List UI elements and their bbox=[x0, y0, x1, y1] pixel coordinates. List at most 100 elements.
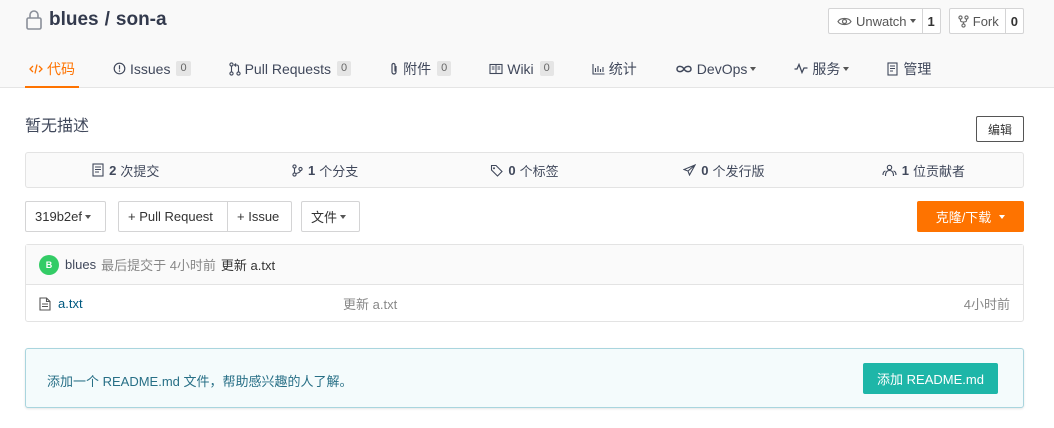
stat-releases-label: 个发行版 bbox=[712, 163, 765, 179]
branch-select-label: 319b2ef bbox=[35, 209, 82, 224]
avatar[interactable]: B bbox=[39, 254, 59, 275]
tab-statistics[interactable]: 统计 bbox=[588, 50, 641, 87]
stat-tags-label: 个标签 bbox=[519, 163, 559, 179]
tag-icon bbox=[491, 164, 504, 177]
commit-meta: 最后提交于 4小时前 bbox=[101, 258, 216, 273]
stat-commits-count: 2 bbox=[109, 162, 117, 178]
tab-wiki-count: 0 bbox=[539, 61, 554, 76]
repo-title-row: blues / son-a bbox=[25, 8, 167, 32]
contributors-icon bbox=[882, 164, 897, 176]
chevron-down-icon bbox=[85, 214, 91, 219]
unwatch-label: Unwatch bbox=[855, 13, 907, 29]
file-menu-label: 文件 bbox=[311, 210, 338, 225]
issue-icon bbox=[113, 62, 126, 75]
tab-code-label: 代码 bbox=[47, 60, 75, 77]
stat-branches-count: 1 bbox=[307, 162, 316, 178]
chevron-down-icon bbox=[999, 214, 1006, 219]
stat-commits-label: 次提交 bbox=[120, 163, 160, 179]
tab-issues[interactable]: Issues 0 bbox=[109, 50, 195, 87]
stat-contributors-label: 位贡献者 bbox=[912, 163, 965, 179]
add-readme-button[interactable]: 添加 README.md bbox=[863, 363, 998, 394]
clone-download-label: 克隆/下载 bbox=[935, 210, 992, 225]
stat-commits[interactable]: 2 次提交 bbox=[26, 153, 225, 187]
stat-contributors[interactable]: 1 位贡献者 bbox=[824, 153, 1023, 187]
code-icon bbox=[29, 63, 43, 74]
file-menu-button[interactable]: 文件 bbox=[301, 201, 360, 232]
list-item: a.txt 更新 a.txt 4小时前 bbox=[26, 285, 1023, 322]
stat-releases[interactable]: 0 个发行版 bbox=[624, 153, 823, 187]
repo-tabs: 代码 Issues 0 Pull Requests 0 附件 0 Wiki 0 … bbox=[25, 50, 965, 88]
stat-contributors-count: 1 bbox=[901, 162, 909, 178]
tab-issues-count: 0 bbox=[176, 61, 191, 76]
latest-commit-row: B blues 最后提交于 4小时前 更新 a.txt bbox=[26, 245, 1023, 285]
tab-issues-label: Issues bbox=[130, 60, 171, 77]
branch-icon bbox=[292, 163, 303, 177]
file-icon bbox=[39, 296, 51, 311]
fork-button[interactable]: Fork bbox=[950, 9, 1006, 33]
release-icon bbox=[683, 164, 697, 176]
repo-header: blues / son-a Unwatch 1 Fork 0 代码 Issues… bbox=[0, 0, 1054, 88]
repo-name-link[interactable]: son-a bbox=[116, 9, 167, 30]
tab-attachments-label: 附件 bbox=[403, 60, 432, 77]
watch-button-group: Unwatch 1 bbox=[827, 8, 941, 34]
commit-author[interactable]: blues bbox=[65, 257, 96, 272]
file-commit-message[interactable]: 更新 a.txt bbox=[343, 294, 397, 313]
fork-button-group: Fork 0 bbox=[948, 8, 1024, 34]
fork-icon bbox=[958, 14, 969, 28]
fork-label: Fork bbox=[972, 13, 999, 29]
tab-wiki-label: Wiki bbox=[507, 60, 534, 77]
tab-attachments[interactable]: 附件 0 bbox=[385, 50, 455, 87]
book-icon bbox=[489, 63, 503, 74]
pulse-icon bbox=[794, 63, 808, 74]
bar-chart-icon bbox=[592, 63, 605, 75]
tab-devops[interactable]: DevOps bbox=[671, 50, 761, 87]
eye-icon bbox=[837, 17, 852, 25]
stat-releases-count: 0 bbox=[701, 162, 709, 178]
tab-statistics-label: 统计 bbox=[608, 60, 637, 77]
tab-pull-requests-label: Pull Requests bbox=[244, 60, 331, 77]
tab-manage[interactable]: 管理 bbox=[883, 50, 935, 87]
watch-count[interactable]: 1 bbox=[923, 9, 940, 33]
fork-count[interactable]: 0 bbox=[1006, 9, 1023, 33]
file-list: B blues 最后提交于 4小时前 更新 a.txt a.txt 更新 a.t… bbox=[25, 244, 1024, 322]
lock-icon bbox=[25, 9, 43, 31]
new-issue-button[interactable]: + Issue bbox=[227, 201, 292, 232]
stat-tags-count: 0 bbox=[508, 162, 516, 178]
stat-tags[interactable]: 0 个标签 bbox=[425, 153, 624, 187]
unwatch-button[interactable]: Unwatch bbox=[829, 9, 923, 33]
repo-description: 暂无描述 bbox=[25, 118, 90, 135]
tab-pull-requests[interactable]: Pull Requests 0 bbox=[225, 50, 356, 87]
repo-actions: Unwatch 1 Fork 0 bbox=[827, 8, 1024, 34]
clone-download-button[interactable]: 克隆/下载 bbox=[917, 201, 1024, 232]
stat-branches[interactable]: 1 个分支 bbox=[225, 153, 424, 187]
repo-owner-link[interactable]: blues bbox=[49, 9, 99, 30]
chevron-down-icon bbox=[340, 214, 347, 219]
tab-devops-label: DevOps bbox=[696, 60, 748, 77]
commits-icon bbox=[92, 163, 104, 177]
edit-description-button[interactable]: 编辑 bbox=[975, 116, 1024, 142]
description-row: 暂无描述 编辑 bbox=[25, 116, 1024, 142]
file-commit-time: 4小时前 bbox=[963, 297, 1010, 312]
tab-manage-label: 管理 bbox=[903, 60, 932, 77]
tab-services[interactable]: 服务 bbox=[790, 50, 853, 87]
tab-wiki[interactable]: Wiki 0 bbox=[485, 50, 558, 87]
repo-title-separator: / bbox=[104, 9, 110, 30]
infinity-icon bbox=[676, 65, 692, 72]
branch-select[interactable]: 319b2ef bbox=[25, 201, 106, 232]
file-name: a.txt bbox=[58, 296, 83, 311]
readme-prompt: 添加一个 README.md 文件，帮助感兴趣的人了解。 添加 README.m… bbox=[25, 348, 1024, 408]
pull-request-icon bbox=[228, 61, 241, 76]
file-name-link[interactable]: a.txt bbox=[39, 296, 83, 311]
repo-toolbar: 319b2ef + Pull Request + Issue 文件 克隆/下载 bbox=[25, 201, 1024, 232]
paperclip-icon bbox=[391, 62, 397, 75]
tab-code[interactable]: 代码 bbox=[25, 50, 79, 88]
repo-title: blues / son-a bbox=[49, 9, 167, 31]
tab-pull-requests-count: 0 bbox=[336, 61, 352, 76]
commit-message[interactable]: 更新 a.txt bbox=[221, 255, 275, 274]
tab-services-label: 服务 bbox=[812, 60, 841, 77]
repo-stats-bar: 2 次提交 1 个分支 0 个标签 0 个发行版 1 位贡献者 bbox=[25, 152, 1024, 188]
chevron-down-icon bbox=[909, 19, 916, 23]
readme-prompt-text: 添加一个 README.md 文件，帮助感兴趣的人了解。 bbox=[47, 374, 353, 389]
new-pull-request-button[interactable]: + Pull Request bbox=[118, 201, 228, 232]
settings-doc-icon bbox=[887, 61, 898, 76]
